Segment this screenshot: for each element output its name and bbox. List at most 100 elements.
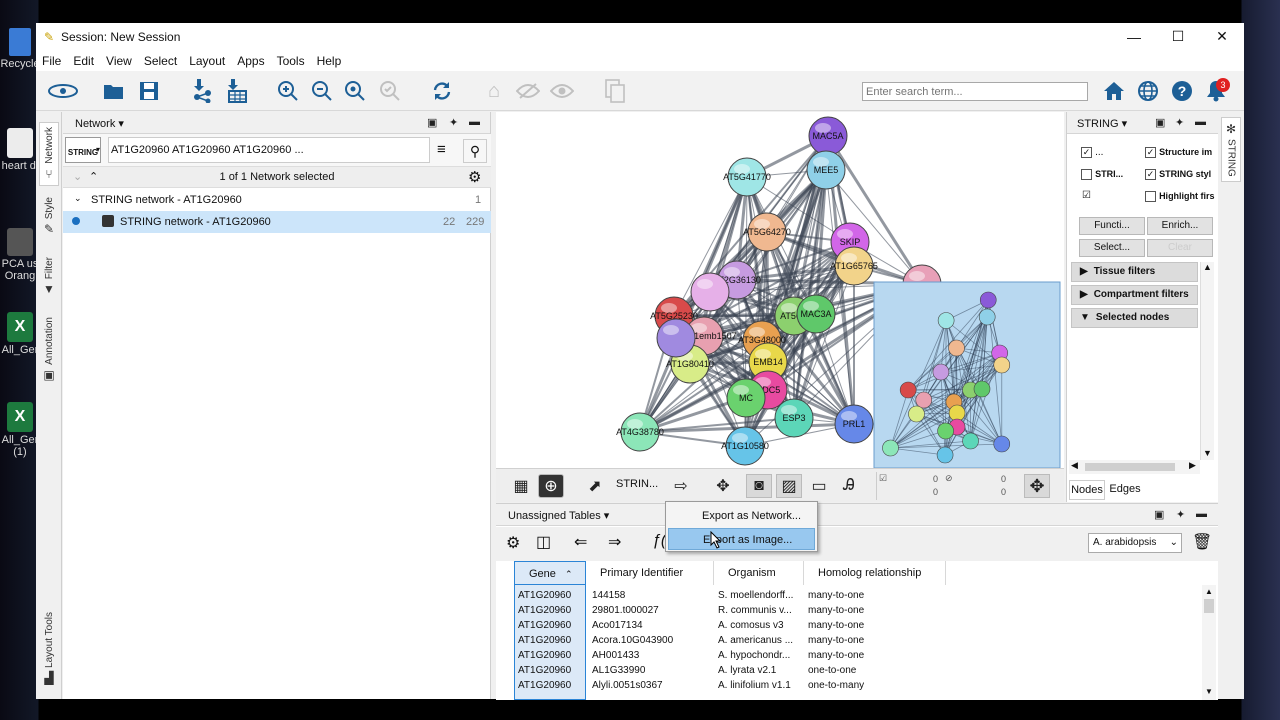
menu-file[interactable]: File <box>36 54 67 68</box>
expand-collection-icon[interactable]: ⌄ <box>74 193 82 204</box>
tab-annotation[interactable]: Annotation ▣ <box>39 317 59 382</box>
zoom-selected-icon[interactable] <box>376 77 404 105</box>
tab-filter[interactable]: Filter ▼ <box>39 257 59 296</box>
scroll-thumb[interactable] <box>1085 463 1175 471</box>
table-row[interactable]: AT1G20960 AL1G33990 A. lyrata v2.1 one-to-o… <box>496 664 1206 679</box>
menu-edit[interactable]: Edit <box>67 54 100 68</box>
network-node[interactable]: AT1G10580 <box>721 426 769 466</box>
float-panel-icon-3[interactable]: ▣ <box>1154 508 1164 521</box>
import-column-icon[interactable]: ⇐ <box>574 532 587 552</box>
menu-help[interactable]: Help <box>311 54 348 68</box>
table-row[interactable]: AT1G20960 Aco017134 A. comosus v3 many-to-o… <box>496 619 1206 634</box>
table-row[interactable]: AT1G20960 Acora.10G043900 A. americanus ..… <box>496 634 1206 649</box>
network-node[interactable]: AT5G41770 <box>723 157 771 197</box>
select-nodes-icon[interactable]: ◙ <box>746 474 772 498</box>
excel-file-icon-2[interactable]: X All_Ger (1) <box>0 402 40 458</box>
table-row[interactable]: AT1G20960 29801.t000027 R. communis v... ma… <box>496 604 1206 619</box>
network-panel-title[interactable]: Network ▾ <box>75 117 124 130</box>
menu-view[interactable]: View <box>100 54 138 68</box>
menu-item-export-image[interactable]: Export as Image... <box>668 528 815 550</box>
table-row[interactable]: AT1G20960 AH001433 A. hypochondr... many-to… <box>496 649 1206 664</box>
enrichment-button[interactable]: Enrich... <box>1147 217 1213 235</box>
open-folder-icon[interactable] <box>100 77 128 105</box>
network-node[interactable]: MC <box>726 378 766 418</box>
string-style-check[interactable]: ✓ STRING styl <box>1145 168 1211 180</box>
column-header-organism[interactable]: Organism <box>714 561 804 585</box>
export-icon[interactable]: ⇨ <box>668 474 694 498</box>
network-graph[interactable]: MAC5A MEE5 AT5G41770 AT5G64270 SKIP AT1G65765… <box>496 112 1064 468</box>
network-node[interactable]: MAC3A <box>796 294 836 334</box>
float-panel-icon-2[interactable]: ▣ <box>1155 116 1165 129</box>
float-panel-icon[interactable]: ▣ <box>427 116 437 129</box>
pin-icon-3[interactable]: ✦ <box>1176 508 1185 521</box>
search-input[interactable] <box>862 82 1088 101</box>
tab-string[interactable]: ✻ STRING <box>1221 117 1241 182</box>
help-icon[interactable]: ? <box>1168 77 1196 105</box>
menu-icon[interactable]: ≡ <box>437 141 446 158</box>
scroll-thumb[interactable] <box>1204 599 1214 613</box>
menu-item-export-network[interactable]: Export as Network... <box>668 505 815 527</box>
tab-network[interactable]: Network ⑂ <box>39 122 59 186</box>
pin-icon[interactable]: ✦ <box>449 116 458 129</box>
menu-apps[interactable]: Apps <box>231 54 270 68</box>
table-panel-title[interactable]: Unassigned Tables ▾ <box>508 509 609 522</box>
zoom-out-icon[interactable] <box>308 77 336 105</box>
tab-layout-tools[interactable]: Layout Tools ▟ <box>39 612 59 685</box>
visual-style-label[interactable]: STRIN... <box>616 478 658 490</box>
zoom-fit-icon[interactable] <box>341 77 369 105</box>
menu-layout[interactable]: Layout <box>183 54 231 68</box>
option-check-5[interactable]: ☑ <box>1081 190 1092 202</box>
network-canvas[interactable]: MAC5A MEE5 AT5G41770 AT5G64270 SKIP AT1G65765… <box>496 112 1064 468</box>
cytoscape-logo-icon[interactable] <box>46 77 80 105</box>
column-header-primary-identifier[interactable]: Primary Identifier <box>586 561 714 585</box>
compartment-filters-section[interactable]: ▶ Compartment filters <box>1071 285 1198 305</box>
grid-view-icon[interactable]: ▦ <box>508 474 534 498</box>
globe-icon[interactable] <box>1134 77 1162 105</box>
horizontal-scrollbar[interactable]: ◀ ▶ <box>1069 460 1200 474</box>
minimize-button[interactable]: — <box>1112 23 1156 50</box>
minimize-panel-icon-2[interactable]: ▬ <box>1195 116 1206 128</box>
scroll-down-icon[interactable]: ▼ <box>1203 448 1212 458</box>
copy-document-icon[interactable] <box>601 77 629 105</box>
tree-row-network-selected[interactable]: STRING network - AT1G20960 22 229 <box>63 211 491 233</box>
select-edges-icon[interactable]: ▨ <box>776 474 802 498</box>
table-scrollbar[interactable]: ▲ ▼ <box>1202 585 1216 700</box>
network-node[interactable]: PRL1 <box>834 404 874 444</box>
vertical-scrollbar[interactable]: ▲ ▼ <box>1200 262 1214 460</box>
minimize-panel-icon-3[interactable]: ▬ <box>1196 508 1207 520</box>
sort-ascending-icon[interactable]: ⌃ <box>565 569 573 579</box>
functional-enrichment-button[interactable]: Functi... <box>1079 217 1145 235</box>
recycle-bin-icon[interactable]: Recycle <box>0 28 40 70</box>
show-icon[interactable] <box>548 77 576 105</box>
menu-select[interactable]: Select <box>138 54 183 68</box>
show-all-icon[interactable]: ⌂ <box>480 77 508 105</box>
excel-file-icon[interactable]: X All_Ger <box>0 312 40 356</box>
pan-navigate-icon[interactable]: ✥ <box>1024 474 1050 498</box>
scroll-up-icon[interactable]: ▲ <box>1205 587 1213 596</box>
network-node[interactable]: AT4G38780 <box>616 412 664 452</box>
save-icon[interactable] <box>135 77 163 105</box>
clear-button[interactable]: Clear <box>1147 239 1213 257</box>
network-node[interactable]: ESP3 <box>774 398 814 438</box>
scroll-left-icon[interactable]: ◀ <box>1071 460 1078 471</box>
network-node[interactable] <box>656 318 696 358</box>
select-annotations-icon[interactable]: ▭ <box>806 474 832 498</box>
string-option-check[interactable]: STRI... <box>1081 168 1123 180</box>
scroll-up-icon[interactable]: ▲ <box>1203 262 1212 272</box>
tree-row-collection[interactable]: ⌄ STRING network - AT1G20960 1 <box>63 189 491 211</box>
menu-tools[interactable]: Tools <box>271 54 311 68</box>
checkbox-empty-icon[interactable] <box>1081 168 1092 180</box>
network-node[interactable]: MEE5 <box>806 150 846 190</box>
scroll-right-icon[interactable]: ▶ <box>1189 460 1196 471</box>
close-button[interactable]: ✕ <box>1200 23 1244 50</box>
checkbox-checked-icon[interactable]: ☑ <box>1081 190 1092 202</box>
import-table-icon[interactable] <box>222 77 250 105</box>
network-dropdown-arrow-icon[interactable]: ▾ <box>96 145 100 154</box>
detach-view-icon[interactable]: ⬈ <box>582 474 608 498</box>
node-circle[interactable] <box>656 318 696 358</box>
search-network-icon[interactable]: ⚲ <box>463 139 487 163</box>
column-header-homolog-relationship[interactable]: Homolog relationship <box>804 561 946 585</box>
checkbox-checked-icon[interactable]: ✓ <box>1145 146 1156 158</box>
pin-icon-2[interactable]: ✦ <box>1175 116 1184 129</box>
select-button[interactable]: Select... <box>1079 239 1145 257</box>
